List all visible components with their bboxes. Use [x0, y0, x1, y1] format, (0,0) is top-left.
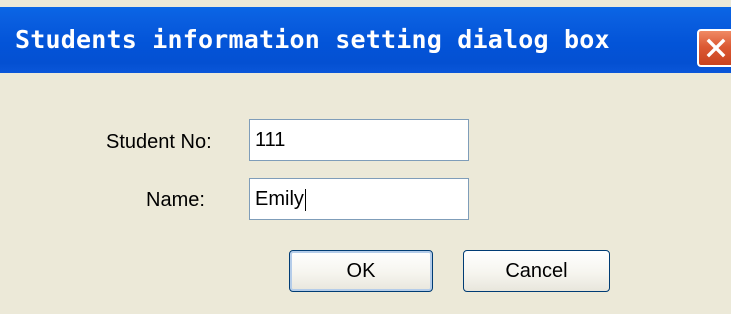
ok-button[interactable]: OK: [289, 250, 433, 292]
name-label: Name:: [146, 189, 205, 211]
close-icon: [706, 38, 726, 58]
dialog-title: Students information setting dialog box: [15, 25, 610, 54]
close-button[interactable]: [697, 29, 731, 67]
cancel-button[interactable]: Cancel: [463, 250, 610, 292]
student-no-label: Student No:: [106, 131, 212, 153]
dialog-window: Students information setting dialog box …: [0, 0, 731, 314]
title-bar[interactable]: Students information setting dialog box: [0, 7, 731, 73]
text-caret: [304, 188, 306, 211]
student-no-field[interactable]: 111: [249, 119, 469, 161]
student-no-value: 111: [255, 129, 286, 151]
name-value: Emily: [255, 188, 304, 210]
name-field[interactable]: Emily: [249, 178, 469, 220]
